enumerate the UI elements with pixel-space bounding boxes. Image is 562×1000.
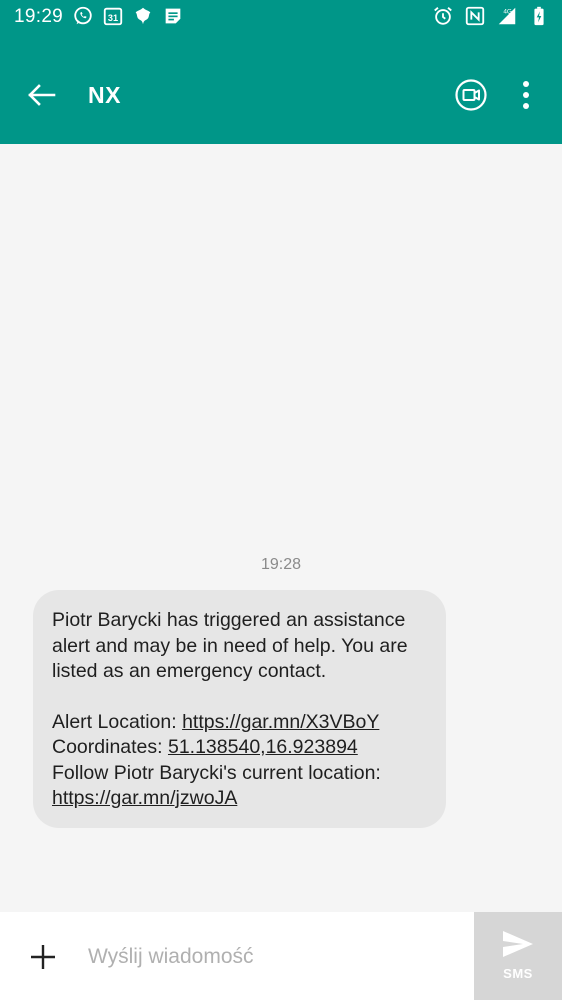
arrow-back-icon: [28, 84, 56, 106]
whatsapp-icon: [74, 6, 92, 25]
video-call-icon[interactable]: [454, 78, 488, 112]
back-button[interactable]: [20, 74, 62, 116]
messaging-screen: 19:29 31 4G NX 19:28 Piotr Barycki has t…: [0, 0, 562, 1000]
calendar-icon: 31: [103, 7, 123, 26]
gear-leaf-icon: [135, 7, 151, 25]
coordinates-label: Coordinates:: [52, 736, 168, 758]
status-icons-right: 4G: [432, 5, 550, 27]
coordinates-line: Coordinates: 51.138540,16.923894: [52, 735, 428, 761]
nfc-icon: [465, 6, 485, 26]
notes-icon: [165, 8, 181, 24]
send-label: SMS: [503, 966, 533, 981]
alert-location-line: Alert Location: https://gar.mn/X3VBoY: [52, 710, 428, 736]
status-bar: 19:29 31 4G: [0, 0, 562, 36]
message-intro: Piotr Barycki has triggered an assistanc…: [52, 609, 408, 682]
message-timestamp: 19:28: [260, 556, 302, 573]
signal-icon: 4G: [498, 7, 516, 25]
alarm-icon: [434, 7, 452, 25]
compose-bar: SMS: [0, 912, 562, 1000]
add-attachment-icon[interactable]: [28, 942, 58, 972]
battery-charging-icon: [534, 6, 544, 26]
status-time: 19:29: [14, 6, 64, 27]
app-bar: NX: [0, 36, 562, 144]
message-input[interactable]: [84, 936, 462, 978]
more-options-icon[interactable]: [512, 78, 540, 112]
alert-location-label: Alert Location:: [52, 710, 183, 733]
network-type: 4G: [503, 8, 512, 15]
follow-location-link[interactable]: https://gar.mn/jzwoJA: [52, 787, 237, 809]
send-icon: [503, 931, 533, 957]
send-sms-button[interactable]: SMS: [474, 912, 562, 1000]
message-bubble[interactable]: Piotr Barycki has triggered an assistanc…: [33, 590, 446, 828]
alert-location-link[interactable]: https://gar.mn/X3VBoY: [182, 711, 379, 733]
calendar-day: 31: [108, 13, 118, 23]
follow-location-label: Follow Piotr Barycki's current location:: [52, 761, 381, 784]
status-icons-left: 31: [72, 5, 184, 27]
coordinates-link[interactable]: 51.138540,16.923894: [168, 736, 358, 758]
conversation-title: NX: [88, 82, 121, 108]
